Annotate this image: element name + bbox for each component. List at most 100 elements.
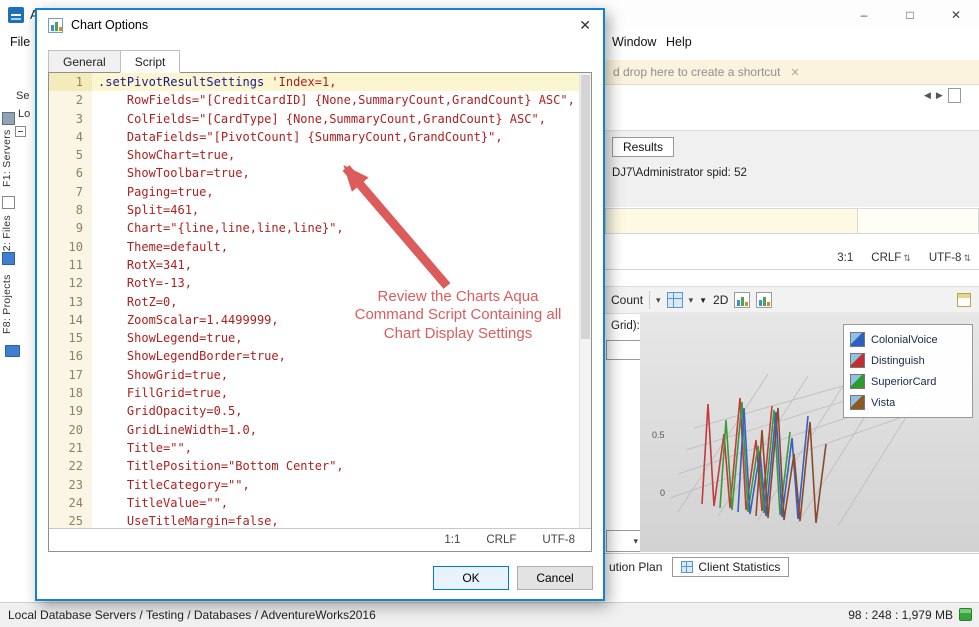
- code-line[interactable]: 19 GridOpacity=0.5,: [49, 402, 591, 421]
- pivot-grid-icon[interactable]: [666, 292, 683, 308]
- result-bottom-tabs: ution Plan Client Statistics: [605, 553, 979, 580]
- code-line[interactable]: 13 RotZ=0,: [49, 292, 591, 311]
- chart-type-icon[interactable]: [756, 292, 773, 308]
- code-line[interactable]: 6 ShowToolbar=true,: [49, 164, 591, 183]
- ok-button[interactable]: OK: [433, 566, 509, 590]
- count-field-label[interactable]: Count: [611, 293, 643, 307]
- dialog-close-icon[interactable]: ✕: [579, 17, 591, 34]
- tab-general[interactable]: General: [48, 50, 121, 73]
- maximize-button[interactable]: □: [887, 0, 933, 30]
- close-button[interactable]: ✕: [933, 0, 979, 30]
- menu-window[interactable]: Window: [612, 35, 656, 49]
- sidebar-tab-files[interactable]: F2: Files: [1, 210, 15, 258]
- code-line[interactable]: 16 ShowLegendBorder=true,: [49, 347, 591, 366]
- code-line[interactable]: 15 ShowLegend=true,: [49, 329, 591, 348]
- dialog-titlebar[interactable]: Chart Options ✕: [37, 10, 603, 40]
- encoding-indicator[interactable]: UTF-8 ⇅: [929, 252, 971, 264]
- sidebar-tab-projects[interactable]: F8: Projects: [1, 266, 15, 334]
- hint-close-icon[interactable]: ✕: [790, 66, 799, 79]
- code-editor[interactable]: 1 .setPivotResultSettings 'Index=1, 2 RowF…: [49, 73, 591, 528]
- code-text: DataFields="[PivotCount] {SummaryCount,G…: [98, 129, 503, 144]
- results-tab[interactable]: Results: [612, 137, 675, 157]
- line-number: 12: [49, 274, 92, 293]
- line-number: 23: [49, 475, 92, 494]
- chevron-down-icon[interactable]: ▾: [689, 295, 694, 306]
- session-info: DJ7\Administrator spid: 52: [612, 167, 747, 179]
- legend-item[interactable]: SuperiorCard: [850, 371, 966, 392]
- forward-arrow-icon[interactable]: ▶: [936, 90, 943, 101]
- shortcut-hint-text: d drop here to create a shortcut: [613, 65, 781, 79]
- code-line[interactable]: 7 Paging=true,: [49, 182, 591, 202]
- code-line[interactable]: 3 ColFields="[CardType] {None,SummaryCou…: [49, 109, 591, 128]
- code-line[interactable]: 20 GridLineWidth=1.0,: [49, 420, 591, 439]
- scrollbar-thumb[interactable]: [581, 75, 590, 339]
- y-axis-tick: 0.5: [652, 430, 665, 440]
- code-line[interactable]: 21 Title="",: [49, 438, 591, 458]
- line-ending-indicator[interactable]: CRLF ⇅: [871, 252, 911, 264]
- document-icon[interactable]: [947, 88, 961, 103]
- back-arrow-icon[interactable]: ◀: [924, 90, 931, 101]
- menu-help[interactable]: Help: [666, 35, 692, 49]
- connection-path: Local Database Servers / Testing / Datab…: [8, 608, 376, 622]
- code-line[interactable]: 9 Chart="{line,line,line,line}",: [49, 219, 591, 238]
- code-line[interactable]: 2 RowFields="[CreditCardID] {None,Summar…: [49, 91, 591, 110]
- code-line[interactable]: 4 DataFields="[PivotCount] {SummaryCount…: [49, 127, 591, 147]
- code-line[interactable]: 22 TitlePosition="Bottom Center",: [49, 457, 591, 476]
- row-selector-combo[interactable]: ▾: [606, 530, 642, 552]
- series-swatch-icon: [850, 374, 865, 389]
- series-swatch-icon: [850, 395, 865, 410]
- line-number: 18: [49, 384, 92, 403]
- code-line[interactable]: 5 ShowChart=true,: [49, 146, 591, 165]
- vertical-scrollbar[interactable]: [579, 73, 591, 528]
- tab-script[interactable]: Script: [119, 50, 181, 73]
- legend-item[interactable]: Distinguish: [850, 350, 966, 371]
- export-sheet-icon[interactable]: [957, 293, 971, 307]
- sidebar-tab-servers[interactable]: F1: Servers: [1, 127, 15, 187]
- shortcut-hint-bar: d drop here to create a shortcut ✕: [605, 60, 979, 85]
- code-line[interactable]: 12 RotY=-13,: [49, 274, 591, 293]
- code-line[interactable]: 10 Theme=default,: [49, 237, 591, 256]
- chevron-down-icon[interactable]: ▾: [656, 295, 661, 306]
- tab-execution-plan[interactable]: ution Plan: [609, 560, 662, 574]
- cancel-button[interactable]: Cancel: [517, 566, 593, 590]
- code-text: RotX=341,: [98, 257, 192, 272]
- dialog-buttons: OK Cancel: [433, 566, 593, 590]
- code-line[interactable]: 1 .setPivotResultSettings 'Index=1,: [49, 73, 591, 92]
- line-number: 15: [49, 329, 92, 348]
- minimize-button[interactable]: –: [841, 0, 887, 30]
- line-number: 7: [49, 182, 92, 202]
- code-line[interactable]: 17 ShowGrid=true,: [49, 365, 591, 385]
- code-text: RotZ=0,: [98, 294, 178, 309]
- chart-toolbar: Count ▾ ▾ ▼ 2D: [605, 286, 979, 314]
- result-grid-cell[interactable]: [858, 209, 978, 233]
- add-chart-icon[interactable]: [734, 292, 751, 308]
- tree-expander-icon[interactable]: [15, 126, 26, 137]
- db-status-icon: [959, 608, 972, 621]
- line-number: 10: [49, 237, 92, 256]
- tab-client-statistics[interactable]: Client Statistics: [672, 557, 790, 577]
- result-grid-cell[interactable]: [606, 209, 858, 233]
- chevron-down-icon: ▾: [633, 535, 638, 546]
- line-number: 4: [49, 127, 92, 147]
- result-grid-row[interactable]: [605, 208, 979, 234]
- menu-file[interactable]: File: [10, 35, 30, 49]
- line-number: 22: [49, 457, 92, 476]
- series-swatch-icon: [850, 332, 865, 347]
- code-line[interactable]: 23 TitleCategory="",: [49, 475, 591, 494]
- legend-item[interactable]: Vista: [850, 392, 966, 413]
- dropdown-arrow-icon[interactable]: ▼: [699, 296, 707, 305]
- code-line[interactable]: 8 Split=461,: [49, 201, 591, 220]
- code-line[interactable]: 14 ZoomScalar=1.4499999,: [49, 310, 591, 330]
- code-line[interactable]: 18 FillGrid=true,: [49, 384, 591, 403]
- line-number: 25: [49, 512, 92, 528]
- code-line[interactable]: 25 UseTitleMargin=false,: [49, 512, 591, 528]
- cursor-position: 1:1: [444, 534, 461, 546]
- code-line[interactable]: 24 TitleValue="",: [49, 493, 591, 513]
- pivot-3d-chart[interactable]: 0.5 0 ColonialVoice Distinguish Superior…: [640, 312, 979, 552]
- code-line[interactable]: 11 RotX=341,: [49, 255, 591, 275]
- editor-status-bar: 3:1 CRLF ⇅ UTF-8 ⇅: [605, 246, 979, 270]
- code-text: Paging=true,: [98, 184, 214, 199]
- legend-item[interactable]: ColonialVoice: [850, 329, 966, 350]
- line-number: 14: [49, 310, 92, 330]
- mode-2d-button[interactable]: 2D: [713, 293, 728, 307]
